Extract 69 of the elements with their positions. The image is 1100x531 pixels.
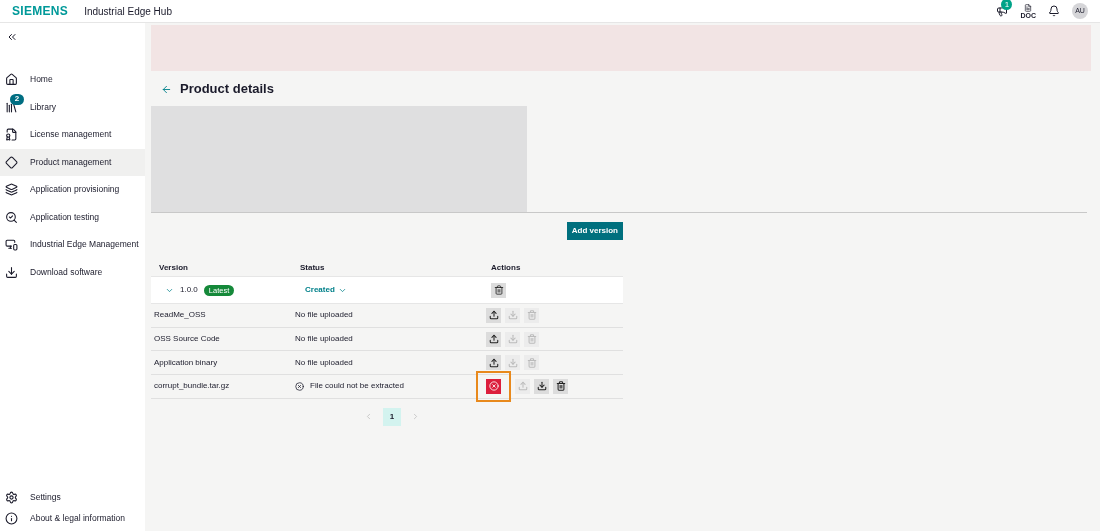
sidebar-item[interactable]: Settings [0, 487, 145, 508]
sidebar-item[interactable]: About & legal information [0, 508, 145, 529]
upload-button[interactable] [486, 355, 501, 371]
trash-icon [526, 334, 537, 345]
certificate-icon [5, 128, 18, 142]
column-header: Status [300, 261, 326, 274]
trash-icon [493, 285, 504, 295]
sidebar-item[interactable]: 2 Library [0, 93, 145, 121]
sidebar-item[interactable]: Home [0, 66, 145, 94]
page-button[interactable]: 1 [383, 407, 401, 426]
error-status-icon [295, 381, 304, 391]
diamond-icon [5, 155, 18, 169]
file-status: No file uploaded [295, 356, 353, 369]
file-status: No file uploaded [295, 309, 353, 322]
sidebar-item[interactable]: Product management [0, 148, 145, 176]
download-icon [507, 334, 518, 345]
error-icon [488, 381, 499, 392]
sidebar-item[interactable]: Application provisioning [0, 176, 145, 204]
trash-icon [555, 381, 566, 392]
upload-button[interactable] [486, 331, 501, 347]
app-title: Industrial Edge Hub [84, 4, 172, 19]
file-status: File could not be extracted [310, 380, 404, 393]
document-icon [1024, 3, 1033, 12]
download-button[interactable] [534, 378, 549, 394]
upload-icon [488, 334, 499, 345]
version-number: 1.0.0 [180, 284, 198, 296]
page-title: Product details [180, 80, 274, 99]
download-icon [507, 310, 518, 321]
column-header: Version [159, 261, 189, 274]
upload-icon [517, 381, 528, 392]
notification-bell-icon [1048, 5, 1060, 17]
devices-icon [5, 238, 18, 252]
sidebar-item[interactable]: Download software [0, 258, 145, 286]
settings-icon [5, 491, 18, 504]
count-badge: 2 [10, 93, 24, 105]
delete-version-button[interactable] [491, 282, 506, 298]
notification-badge: 1 [1001, 0, 1013, 10]
delete-button[interactable] [553, 378, 568, 394]
megaphone-icon [996, 5, 1009, 17]
status-dropdown[interactable]: Created [300, 284, 491, 296]
add-version-button[interactable]: Add version [566, 222, 623, 240]
trash-icon [526, 310, 537, 321]
sidebar-item[interactable]: License management [0, 121, 145, 149]
download-icon [5, 265, 18, 279]
column-header: Actions [491, 261, 522, 274]
download-icon [507, 357, 518, 368]
info-icon [5, 512, 18, 525]
sidebar-item[interactable]: Industrial Edge Management [0, 231, 145, 259]
previous-page-icon [364, 412, 373, 422]
file-name: Application binary [154, 356, 219, 369]
trash-icon [526, 357, 537, 368]
sidebar-item[interactable]: Application testing [0, 203, 145, 231]
file-name: corrupt_bundle.tar.gz [154, 380, 231, 393]
file-status: No file uploaded [295, 333, 353, 346]
upload-button[interactable] [486, 307, 501, 323]
file-name: ReadMe_OSS [154, 309, 207, 322]
download-icon [536, 381, 547, 392]
books-icon [5, 100, 18, 114]
file-name: OSS Source Code [154, 333, 221, 346]
upload-icon [488, 357, 499, 368]
collapse-icon [6, 31, 18, 43]
magnifier-icon [5, 210, 18, 224]
next-page-icon [411, 412, 420, 422]
home-icon [5, 73, 18, 87]
upload-icon [488, 310, 499, 321]
back-arrow-icon [161, 83, 172, 95]
error-button[interactable] [486, 378, 501, 394]
layers-icon [5, 183, 18, 197]
logo: SIEMENS [12, 3, 69, 20]
